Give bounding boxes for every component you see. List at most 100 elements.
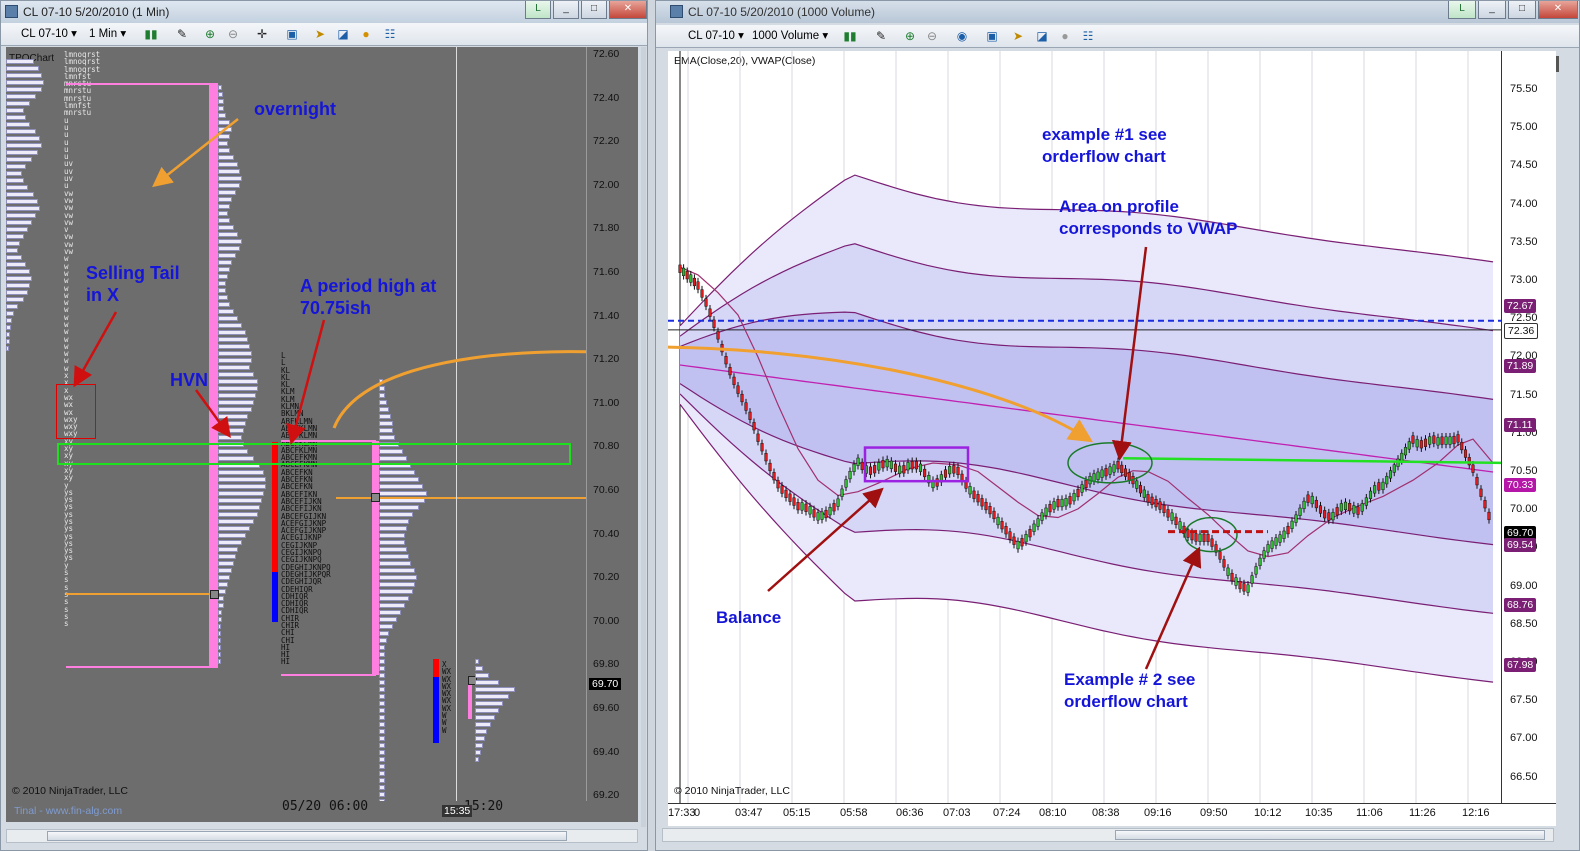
right-x-tick: 05:58 bbox=[840, 807, 868, 819]
left-y-tick: 70.80 bbox=[593, 440, 620, 453]
left-toolbar: CL 07-10 ▾ 1 Min ▾ ▮▮ ✎ ⊕ ⊖ ✛ ▣ ➤ ◪ ● ☷ bbox=[1, 23, 647, 46]
right-y-tick: 74.50 bbox=[1510, 159, 1538, 172]
candle-body bbox=[1104, 468, 1108, 477]
right-maximize-button[interactable]: □ bbox=[1508, 1, 1536, 19]
instrument-label: CL 07-10 bbox=[21, 28, 68, 40]
minimize-button[interactable]: L bbox=[525, 1, 551, 19]
left-y-tick: 72.40 bbox=[593, 91, 620, 104]
candle-body bbox=[1400, 452, 1404, 462]
candle-body bbox=[1310, 495, 1314, 505]
right-interval-selector[interactable]: 1000 Volume ▾ bbox=[752, 28, 828, 44]
price-badge: 70.33 bbox=[1504, 477, 1537, 492]
globe-icon[interactable]: ◉ bbox=[954, 28, 970, 44]
candle-body bbox=[1012, 536, 1016, 545]
candle-body bbox=[788, 493, 792, 502]
candle-body bbox=[1262, 550, 1266, 559]
indicator-icon[interactable]: ◪ bbox=[335, 26, 351, 42]
candle-body bbox=[784, 489, 788, 498]
snapshot-icon[interactable]: ▣ bbox=[284, 26, 300, 42]
price-chart-panel[interactable]: EMA(Close,20), VWAP(Close) example #1 se… bbox=[668, 51, 1501, 803]
crosshair-icon[interactable]: ✛ bbox=[254, 26, 270, 42]
candle-body bbox=[1226, 567, 1230, 576]
candle-body bbox=[906, 462, 910, 471]
candle-body bbox=[756, 433, 760, 442]
candle-body bbox=[1368, 490, 1373, 499]
right-y-tick: 75.50 bbox=[1510, 83, 1538, 95]
price-badge: 72.36 bbox=[1504, 322, 1539, 339]
tpo-chart-panel[interactable]: TPOChart lmnoqrst lmnoqrst lmnoqrst lmnf… bbox=[6, 47, 586, 801]
right-horizontal-scrollbar[interactable] bbox=[662, 828, 1554, 842]
maximize-button[interactable]: □ bbox=[581, 1, 607, 19]
left-titlebar[interactable]: CL 07-10 5/20/2010 (1 Min) L _ □ ✕ bbox=[1, 1, 647, 23]
right-snapshot-icon[interactable]: ▣ bbox=[984, 28, 1000, 44]
right-instrument-selector[interactable]: CL 07-10 ▾ bbox=[688, 28, 744, 44]
right-zoom-in-icon[interactable]: ⊕ bbox=[902, 28, 918, 44]
candle-body bbox=[824, 509, 828, 519]
candle-body bbox=[772, 472, 776, 481]
right-indicator-icon[interactable]: ◪ bbox=[1034, 28, 1050, 44]
candle-body bbox=[873, 465, 877, 474]
candle-body bbox=[1060, 498, 1064, 508]
candle-body bbox=[885, 459, 889, 468]
left-window-title: CL 07-10 5/20/2010 (1 Min) bbox=[23, 5, 170, 19]
right-close-button[interactable]: ✕ bbox=[1538, 1, 1578, 19]
right-draw-tool-icon[interactable]: ✎ bbox=[873, 28, 889, 44]
candle-body bbox=[812, 509, 816, 518]
interval-label: 1 Min bbox=[89, 28, 118, 40]
candle-body bbox=[1076, 488, 1080, 498]
strategy-icon[interactable]: ➤ bbox=[312, 26, 328, 42]
properties-icon[interactable]: ☷ bbox=[382, 26, 398, 42]
candle-body bbox=[689, 274, 693, 283]
note-hvn: HVN bbox=[170, 370, 209, 390]
candle-body bbox=[1335, 507, 1339, 516]
close-button[interactable]: ✕ bbox=[609, 1, 647, 19]
candle-body bbox=[1158, 501, 1162, 510]
right-x-tick: 08:38 bbox=[1092, 807, 1120, 819]
note-period-high: A period high at 70.75ish bbox=[300, 276, 437, 318]
candle-body bbox=[1286, 525, 1290, 535]
candle-body bbox=[1174, 516, 1178, 525]
right-strategy-icon[interactable]: ➤ bbox=[1010, 28, 1026, 44]
left-horizontal-scrollbar[interactable] bbox=[6, 829, 638, 843]
right-restore-button[interactable]: _ bbox=[1478, 1, 1506, 19]
price-badge: 72.67 bbox=[1504, 299, 1537, 314]
left-scroll-thumb[interactable] bbox=[47, 831, 567, 841]
zoom-out-icon[interactable]: ⊖ bbox=[225, 26, 241, 42]
footer-link[interactable]: Tinal - www.fin-alg.com bbox=[14, 805, 122, 817]
draw-tool-icon[interactable]: ✎ bbox=[174, 26, 190, 42]
candle-body bbox=[1112, 464, 1116, 473]
candle-body bbox=[1278, 534, 1282, 543]
candle-body bbox=[1150, 496, 1154, 505]
candle-body bbox=[1044, 507, 1048, 516]
right-titlebar[interactable]: CL 07-10 5/20/2010 (1000 Volume) L _ □ ✕ bbox=[656, 1, 1579, 23]
instrument-selector[interactable]: CL 07-10 ▾ bbox=[21, 26, 77, 42]
restore-button[interactable]: _ bbox=[553, 1, 579, 19]
left-vertical-scrollbar[interactable] bbox=[641, 47, 646, 827]
candle-body bbox=[992, 510, 996, 520]
candle-body bbox=[956, 466, 960, 476]
candle-body bbox=[1423, 438, 1428, 447]
right-chart-style-icon[interactable]: ▮▮ bbox=[842, 28, 858, 44]
candle-body bbox=[1452, 435, 1456, 445]
candle-body bbox=[898, 465, 902, 474]
right-price-axis[interactable]: 75.50 75.00 74.50 74.00 73.50 73.00 72.50 72.00… bbox=[1501, 51, 1556, 803]
right-zoom-out-icon[interactable]: ⊖ bbox=[924, 28, 940, 44]
note-example-2: Example # 2 see orderflow chart bbox=[1064, 670, 1196, 711]
zoom-in-icon[interactable]: ⊕ bbox=[202, 26, 218, 42]
chart-style-icon[interactable]: ▮▮ bbox=[143, 26, 159, 42]
right-x-tick: 07:24 bbox=[993, 807, 1021, 819]
left-price-axis[interactable]: 72.60 72.40 72.20 72.00 71.80 71.60 71.40 71.20… bbox=[586, 47, 638, 801]
last-price-badge: 69.70 bbox=[589, 678, 622, 690]
right-scroll-thumb[interactable] bbox=[1115, 830, 1545, 840]
right-minimize-button[interactable]: L bbox=[1448, 1, 1476, 19]
dollar-icon[interactable]: ● bbox=[358, 26, 374, 42]
candle-body bbox=[1432, 435, 1436, 444]
right-y-tick: 71.50 bbox=[1510, 388, 1538, 401]
right-dollar-icon[interactable]: ● bbox=[1057, 28, 1073, 44]
candle-body bbox=[1290, 520, 1294, 529]
right-properties-icon[interactable]: ☷ bbox=[1080, 28, 1096, 44]
right-toolbar: CL 07-10 ▾ 1000 Volume ▾ ▮▮ ✎ ⊕ ⊖ ◉ ▣ ➤ … bbox=[656, 25, 1579, 48]
candle-body bbox=[1460, 441, 1464, 451]
interval-selector[interactable]: 1 Min ▾ bbox=[89, 26, 126, 42]
left-y-tick: 72.20 bbox=[593, 135, 620, 148]
